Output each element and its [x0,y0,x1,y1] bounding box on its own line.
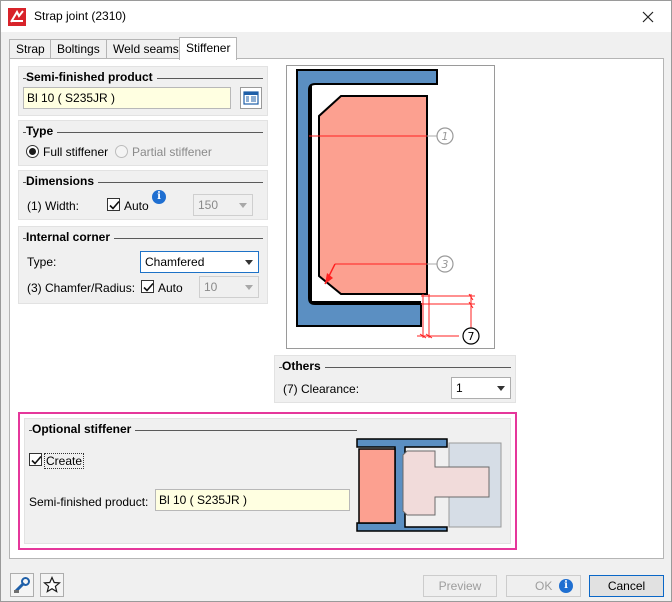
preview-button[interactable]: Preview [423,575,497,597]
corner-type-label: Type: [27,255,57,269]
clearance-combo[interactable]: 1 [451,377,511,399]
settings-button[interactable] [10,573,34,597]
catalog-button[interactable] [240,87,262,109]
stiffener-tab-page: Semi-finished product Bl 10 ( S235JR ) T… [9,58,664,559]
chevron-down-icon [245,285,253,290]
width-auto-label: Auto [124,199,149,213]
partial-stiffener-label: Partial stiffener [132,145,212,159]
clearance-value: 1 [456,381,463,395]
ok-label: OK [535,579,553,593]
star-icon [43,576,61,593]
chamfer-value: 10 [204,280,218,294]
cancel-button[interactable]: Cancel [589,575,664,597]
optional-stiffener-highlight: Optional stiffener Create Semi-finished … [18,412,517,550]
create-label[interactable]: Create [43,453,85,469]
close-icon [642,11,654,23]
internal-corner-group: Internal corner Type: Chamfered (3) Cham… [18,226,268,304]
semi-finished-group: Semi-finished product Bl 10 ( S235JR ) [18,66,268,116]
ok-button[interactable]: OK i [506,575,581,597]
close-button[interactable] [633,5,663,29]
stiffener-diagram: 1 3 7 [286,65,495,349]
corner-type-combo[interactable]: Chamfered [140,251,259,273]
checkmark-icon [31,455,42,465]
checkmark-icon [143,282,154,292]
dimensions-title: Dimensions [26,174,99,188]
tab-boltings[interactable]: Boltings [50,39,107,59]
chamfer-combo[interactable]: 10 [199,276,259,298]
chamfer-auto-label: Auto [158,281,183,295]
marker-3: 3 [442,258,449,271]
partial-stiffener-radio[interactable] [115,145,128,158]
type-title: Type [26,124,58,138]
favorite-button[interactable] [40,573,64,597]
others-title: Others [282,359,325,373]
marker-1: 1 [442,130,449,143]
info-icon: i [559,579,573,593]
chamfer-label: (3) Chamfer/Radius: [27,281,136,295]
tab-strap[interactable]: Strap [9,39,52,59]
semi-finished-title: Semi-finished product [26,70,157,84]
marker-7: 7 [468,330,475,343]
corner-type-value: Chamfered [145,255,205,269]
internal-corner-title: Internal corner [26,230,115,244]
title-bar: Strap joint (2310) [1,1,671,32]
others-group: Others (7) Clearance: 1 [274,355,516,403]
full-stiffener-radio[interactable] [26,145,39,158]
type-group: Type Full stiffener Partial stiffener [18,120,268,166]
catalog-icon [243,91,259,105]
optional-stiffener-drawing [356,438,502,532]
tab-weld-seams[interactable]: Weld seams [106,39,186,59]
create-checkbox[interactable] [29,453,42,466]
semi-finished-input[interactable]: Bl 10 ( S235JR ) [23,87,231,109]
optional-stiffener-title: Optional stiffener [32,422,136,436]
chevron-down-icon [245,260,253,265]
clearance-label: (7) Clearance: [283,382,360,396]
strap-joint-app-icon [8,8,26,26]
chamfer-auto-checkbox[interactable] [141,280,154,293]
width-combo[interactable]: 150 [193,194,253,216]
checkmark-icon [109,200,120,210]
width-auto-checkbox[interactable] [107,198,120,211]
dimensions-group: Dimensions (1) Width: Auto i 150 [18,170,268,220]
optional-stiffener-group: Optional stiffener Create Semi-finished … [24,418,511,544]
width-value: 150 [198,198,219,212]
chevron-down-icon [497,386,505,391]
info-icon[interactable]: i [152,190,166,204]
chevron-down-icon [239,203,247,208]
optional-product-label: Semi-finished product: [29,495,149,509]
width-label: (1) Width: [27,199,80,213]
tab-stiffener[interactable]: Stiffener [179,37,238,60]
full-stiffener-label: Full stiffener [43,145,109,159]
settings-icon [14,577,30,593]
optional-product-input[interactable]: Bl 10 ( S235JR ) [155,489,350,511]
channel-profile-drawing: 1 3 7 [296,69,480,345]
dialog-window: Strap joint (2310) Strap Boltings Weld s… [0,0,672,602]
window-title: Strap joint (2310) [34,9,127,23]
